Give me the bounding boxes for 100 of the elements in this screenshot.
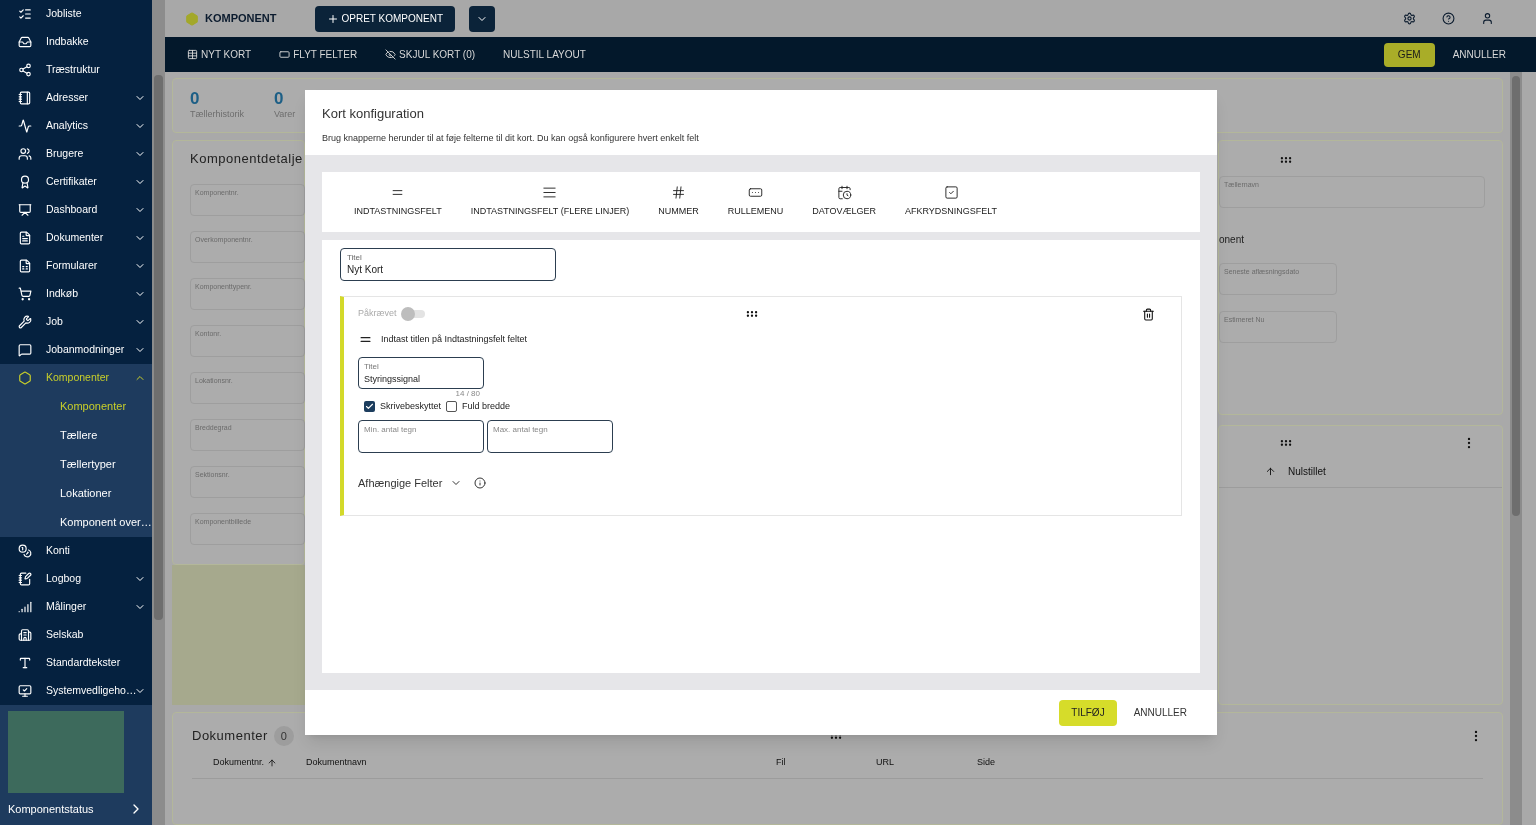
card-title: Dokumenter [192, 727, 268, 746]
sidebar-item[interactable]: Konti [0, 537, 152, 565]
wrench-icon [18, 315, 32, 329]
sidebar-subitem[interactable]: Komponent over… [0, 508, 152, 537]
delete-icon[interactable] [1142, 307, 1155, 321]
sidebar-item[interactable]: Analytics [0, 112, 152, 140]
field-type-button[interactable]: DATOVÆLGER [800, 185, 888, 219]
sidebar-item[interactable]: Selskab [0, 621, 152, 649]
stat-label: Tællerhistorik [190, 107, 244, 121]
stat-value: 0 [190, 89, 201, 108]
sidebar-item[interactable]: Komponenter [0, 364, 152, 392]
plus-icon [326, 12, 339, 25]
sidebar-item[interactable]: Systemvedligeho… [0, 677, 152, 705]
create-button[interactable]: OPRET KOMPONENT [314, 5, 455, 32]
sidebar-item[interactable]: Standardtekster [0, 649, 152, 677]
footer-label: Komponentstatus [8, 802, 94, 817]
stat-value: 0 [274, 89, 285, 108]
sidebar-subitem[interactable]: Tællertyper [0, 450, 152, 479]
scrollbar[interactable] [152, 0, 165, 825]
table-icon [187, 49, 198, 60]
sort-arrow-icon[interactable] [267, 757, 278, 768]
title-field[interactable]: Titel Styringssignal [358, 357, 484, 389]
cancel-button[interactable]: ANNULLER [1133, 705, 1187, 720]
presentation-icon [18, 203, 32, 217]
title-input[interactable]: Styringssignal [364, 373, 478, 387]
sidebar-item[interactable]: Indkøb [0, 280, 152, 308]
count-badge: 0 [273, 726, 294, 746]
scrollbar[interactable] [1510, 72, 1522, 825]
title-input[interactable]: Nyt Kort [347, 262, 549, 277]
settings-icon[interactable] [1403, 12, 1416, 25]
paragraph-icon [542, 185, 558, 201]
sidebar-item[interactable]: Dokumenter [0, 224, 152, 252]
rectangle-icon [279, 49, 291, 60]
card-title-field[interactable]: Titel Nyt Kort [340, 248, 556, 281]
column-header[interactable]: Dokumentnavn [306, 756, 367, 770]
field-prompt: Indtast titlen på Indtastningsfelt feltet [381, 332, 528, 346]
cart-icon [18, 287, 32, 301]
sidebar-item[interactable]: Jobliste [0, 0, 152, 28]
save-button[interactable]: GEM [1383, 42, 1435, 67]
checkbox-icon [943, 185, 959, 201]
notebook-pen-icon [18, 572, 32, 586]
hexagon-icon [18, 371, 32, 385]
sidebar-item[interactable]: Adresser [0, 84, 152, 112]
users-icon [18, 147, 32, 161]
limit-field[interactable]: Min. antal tegn [358, 419, 484, 453]
limit-field[interactable]: Max. antal tegn [487, 419, 613, 453]
field-type-button[interactable]: AFKRYDSNINGSFELT [892, 185, 1010, 219]
calendar-clock-icon [836, 185, 852, 201]
toggle-label: Påkrævet [358, 307, 397, 321]
activity-icon [18, 119, 32, 133]
sidebar-item[interactable]: Dashboard [0, 196, 152, 224]
eye-off-icon [385, 49, 397, 60]
sidebar-item[interactable]: Træstruktur [0, 56, 152, 84]
document-icon [18, 231, 32, 245]
toolbar-button[interactable]: NYT KORT [187, 47, 252, 62]
dialog-title: Kort konfiguration [322, 105, 425, 123]
toolbar-button[interactable]: NULSTIL LAYOUT [503, 47, 586, 62]
column-header[interactable]: Fil [776, 756, 786, 770]
checkbox[interactable] [364, 401, 375, 413]
dropdown-button[interactable] [469, 5, 495, 32]
sidebar-subitem[interactable]: Lokationer [0, 479, 152, 508]
user-icon[interactable] [1481, 12, 1494, 25]
sidebar-item[interactable]: Logbog [0, 565, 152, 593]
sidebar-item[interactable]: Formularer [0, 252, 152, 280]
info-icon[interactable] [474, 476, 487, 489]
sidebar-subitem[interactable]: Tællere [0, 421, 152, 450]
dependent-fields-toggle[interactable]: Afhængige Felter [358, 474, 463, 491]
sidebar-item[interactable]: Indbakke [0, 28, 152, 56]
page-title: KOMPONENT [205, 11, 277, 27]
toolbar-button[interactable]: SKJUL KORT (0) [385, 47, 476, 62]
cancel-button[interactable]: ANNULLER [1452, 47, 1506, 62]
sidebar-item[interactable]: Jobanmodninger [0, 336, 152, 364]
sidebar-item[interactable]: Målinger [0, 593, 152, 621]
field-type-button[interactable]: INDTASTNINGSFELT (FLERE LINJER) [458, 185, 642, 219]
sort-arrow-icon[interactable] [1265, 466, 1276, 477]
sidebar-item[interactable]: Brugere [0, 140, 152, 168]
sidebar-item[interactable]: Job [0, 308, 152, 336]
column-header[interactable]: Nulstillet [1288, 464, 1326, 479]
help-icon[interactable] [1442, 12, 1455, 25]
column-header[interactable]: URL [876, 756, 894, 770]
field-type-button[interactable]: NUMMER [646, 185, 711, 219]
column-header[interactable]: Dokumentnr. [213, 756, 265, 770]
field-type-button[interactable]: RULLEMENU [715, 185, 796, 219]
spreadsheet-icon [18, 259, 32, 273]
hash-icon [670, 185, 686, 201]
check-icon [365, 402, 374, 412]
chat-icon [18, 343, 32, 357]
required-toggle[interactable] [404, 310, 425, 318]
checklist-icon [18, 7, 32, 21]
coins-icon [18, 544, 32, 558]
share-icon [18, 63, 32, 77]
toolbar-button[interactable]: FLYT FELTER [279, 47, 358, 62]
sidebar-item[interactable]: Certifikater [0, 168, 152, 196]
checkbox-label: Fuld bredde [462, 400, 511, 413]
field-type-button[interactable]: INDTASTNINGSFELT [342, 185, 454, 219]
add-button[interactable]: TILFØJ [1059, 699, 1117, 726]
column-header[interactable]: Side [977, 756, 995, 770]
award-icon [18, 175, 32, 189]
sidebar-subitem[interactable]: Komponenter [0, 392, 152, 421]
checkbox[interactable] [446, 401, 458, 413]
